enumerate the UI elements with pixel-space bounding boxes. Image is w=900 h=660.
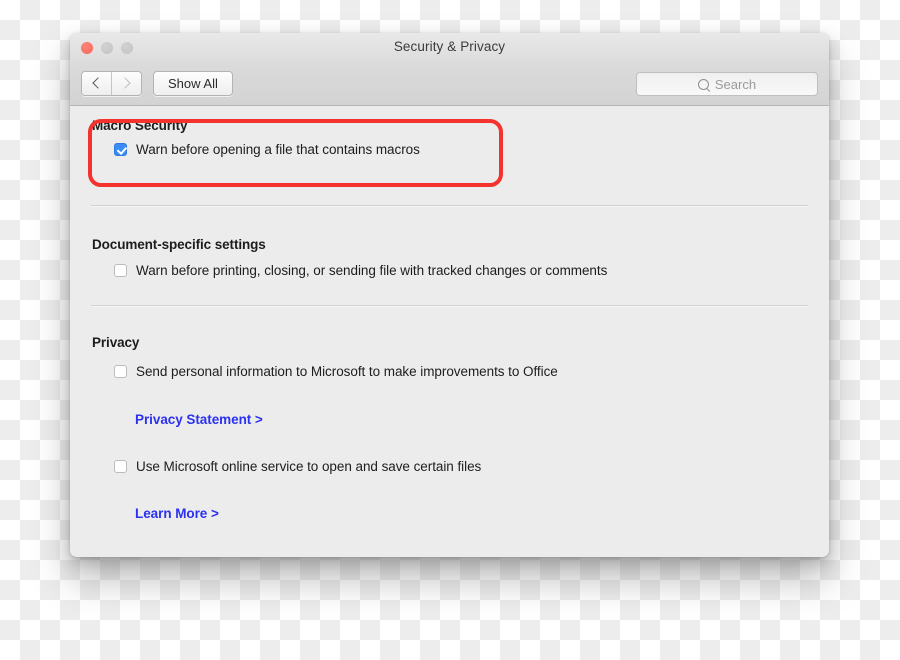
close-button-icon[interactable] [81,42,93,54]
window-titlebar[interactable]: Security & Privacy [70,33,829,61]
navigation-segmented-control [81,70,142,96]
traffic-light-group [81,42,133,54]
search-placeholder: Search [714,76,757,92]
window-title: Security & Privacy [393,39,506,54]
security-and-privacy-window: Security & Privacy Show All Search Macro… [70,33,829,557]
chevron-left-icon [92,77,104,89]
privacy-statement-link[interactable]: Privacy Statement > [92,412,263,427]
tracked-changes-label: Warn before printing, closing, or sendin… [136,263,608,278]
window-toolbar: Show All Search [70,61,829,106]
preferences-content-pane: Macro Security Warn before opening a fil… [70,106,829,556]
search-icon [697,78,709,90]
show-all-label: Show All [168,75,218,91]
macro-warn-checkbox[interactable] [114,143,127,156]
online-service-label: Use Microsoft online service to open and… [136,459,482,474]
send-personal-info-checkbox[interactable] [114,365,127,378]
tracked-changes-checkbox[interactable] [114,264,127,277]
send-personal-info-checkbox-row[interactable]: Send personal information to Microsoft t… [92,364,558,379]
privacy-heading: Privacy [92,335,140,350]
macro-warn-label: Warn before opening a file that contains… [136,142,420,157]
search-input[interactable]: Search [636,72,818,96]
tracked-changes-checkbox-row[interactable]: Warn before printing, closing, or sendin… [92,263,607,278]
chevron-right-icon [119,77,131,89]
section-divider-2 [91,305,808,307]
back-button[interactable] [82,71,111,95]
send-personal-info-label: Send personal information to Microsoft t… [136,364,558,379]
online-service-checkbox-row[interactable]: Use Microsoft online service to open and… [92,459,481,474]
section-divider-1 [91,205,808,207]
online-service-checkbox[interactable] [114,460,127,473]
show-all-button[interactable]: Show All [153,70,233,96]
zoom-button-icon[interactable] [121,42,133,54]
document-specific-settings-heading: Document-specific settings [92,237,266,252]
minimize-button-icon[interactable] [101,42,113,54]
macro-warn-checkbox-row[interactable]: Warn before opening a file that contains… [92,142,420,157]
macro-security-heading: Macro Security [92,118,188,133]
forward-button[interactable] [111,71,141,95]
learn-more-link[interactable]: Learn More > [92,506,219,521]
